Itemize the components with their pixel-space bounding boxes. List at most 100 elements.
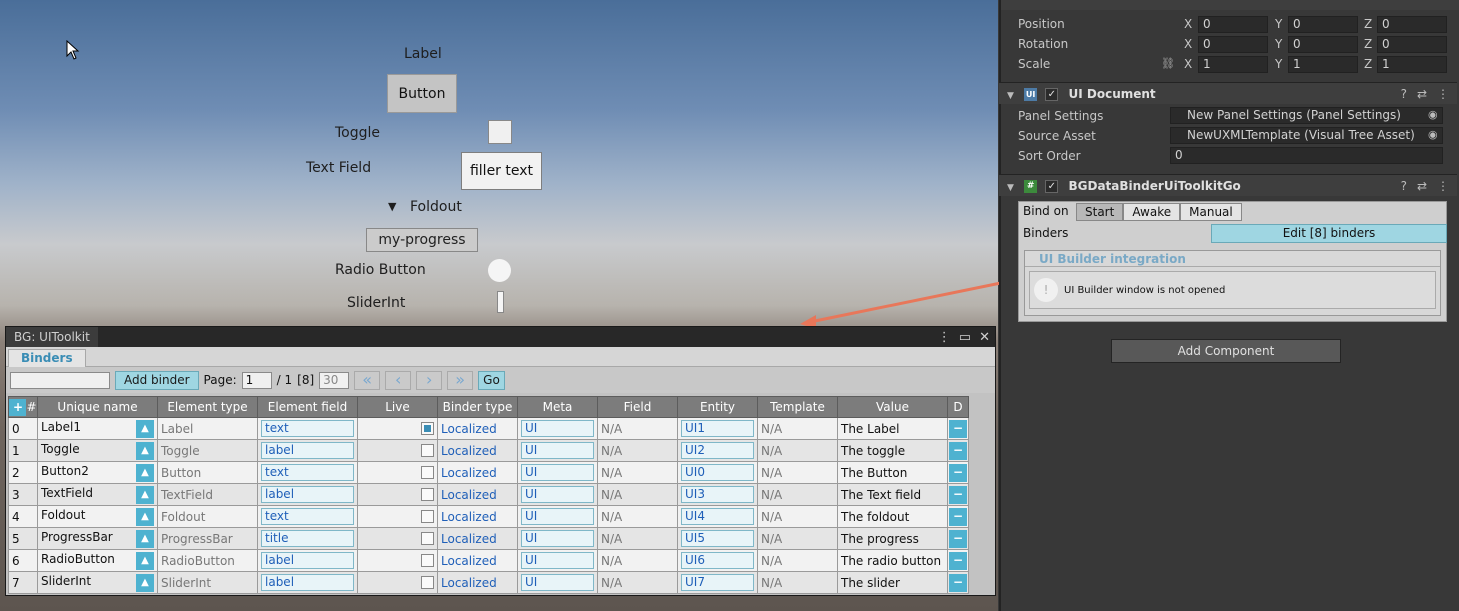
value-cell[interactable]: The progress bbox=[837, 527, 948, 550]
value-cell[interactable]: The Text field bbox=[837, 483, 948, 506]
object-picker-icon[interactable]: ◉ bbox=[1428, 108, 1438, 121]
arrow-up-icon[interactable]: ▲ bbox=[136, 463, 154, 482]
bg-binder-header[interactable]: ▼ # ✓ BGDataBinderUiToolkitGo ? ⇄ ⋮ bbox=[999, 174, 1457, 196]
arrow-up-icon[interactable]: ▲ bbox=[136, 551, 154, 570]
binder-type-cell[interactable]: Localized bbox=[437, 483, 518, 506]
minus-icon[interactable]: − bbox=[949, 529, 967, 548]
value-cell[interactable]: The foldout bbox=[837, 505, 948, 528]
unique-name-cell[interactable]: RadioButton ▲ bbox=[37, 549, 158, 572]
unique-name-cell[interactable]: Button2 ▲ bbox=[37, 461, 158, 484]
value-cell[interactable]: The slider bbox=[837, 571, 948, 594]
live-cell[interactable] bbox=[357, 527, 438, 550]
bind-start-option[interactable]: Start bbox=[1076, 203, 1124, 221]
scale-z-field[interactable]: 1 bbox=[1377, 56, 1447, 73]
minus-icon[interactable]: − bbox=[949, 485, 967, 504]
meta-cell[interactable]: UI bbox=[517, 505, 598, 528]
live-cell[interactable] bbox=[357, 549, 438, 572]
sort-order-field[interactable]: 0 bbox=[1170, 147, 1443, 164]
tab-binders[interactable]: Binders bbox=[8, 349, 86, 367]
add-row-header[interactable]: + # bbox=[8, 396, 38, 418]
live-cell[interactable] bbox=[357, 461, 438, 484]
scale-y-field[interactable]: 1 bbox=[1288, 56, 1358, 73]
arrow-up-icon[interactable]: ▲ bbox=[136, 573, 154, 592]
bind-manual-option[interactable]: Manual bbox=[1180, 203, 1242, 221]
edit-binders-button[interactable]: Edit [8] binders bbox=[1211, 224, 1447, 243]
rotation-x-field[interactable]: 0 bbox=[1198, 36, 1268, 53]
minus-icon[interactable]: − bbox=[949, 441, 967, 460]
help-icon[interactable]: ? bbox=[1401, 175, 1407, 197]
next-page-icon[interactable]: › bbox=[416, 370, 443, 390]
col-live[interactable]: Live bbox=[357, 396, 438, 418]
live-checkbox[interactable] bbox=[421, 576, 434, 589]
delete-cell[interactable]: − bbox=[947, 461, 969, 484]
live-checkbox[interactable] bbox=[421, 532, 434, 545]
page-size-input[interactable]: 30 bbox=[319, 371, 350, 389]
live-checkbox[interactable] bbox=[421, 510, 434, 523]
arrow-up-icon[interactable]: ▲ bbox=[136, 485, 154, 504]
col-unique-name[interactable]: Unique name bbox=[37, 396, 158, 418]
col-element-type[interactable]: Element type bbox=[157, 396, 258, 418]
live-checkbox[interactable] bbox=[421, 466, 434, 479]
entity-cell[interactable]: UI6 bbox=[677, 549, 758, 572]
binder-type-cell[interactable]: Localized bbox=[437, 461, 518, 484]
prev-page-icon[interactable]: ‹ bbox=[385, 370, 412, 390]
unique-name-cell[interactable]: ProgressBar ▲ bbox=[37, 527, 158, 550]
panel-settings-field[interactable]: New Panel Settings (Panel Settings) bbox=[1170, 107, 1443, 124]
unique-name-cell[interactable]: Foldout ▲ bbox=[37, 505, 158, 528]
arrow-up-icon[interactable]: ▲ bbox=[136, 507, 154, 526]
transform-header[interactable] bbox=[1001, 0, 1459, 10]
element-field-cell[interactable]: label bbox=[257, 483, 358, 506]
element-field-cell[interactable]: label bbox=[257, 549, 358, 572]
add-binder-button[interactable]: Add binder bbox=[115, 370, 199, 390]
scale-x-field[interactable]: 1 bbox=[1198, 56, 1268, 73]
arrow-up-icon[interactable]: ▲ bbox=[136, 529, 154, 548]
search-input[interactable] bbox=[10, 371, 110, 389]
meta-cell[interactable]: UI bbox=[517, 527, 598, 550]
element-field-cell[interactable]: text bbox=[257, 505, 358, 528]
delete-cell[interactable]: − bbox=[947, 505, 969, 528]
minus-icon[interactable]: − bbox=[949, 507, 967, 526]
meta-cell[interactable]: UI bbox=[517, 417, 598, 440]
element-field-cell[interactable]: title bbox=[257, 527, 358, 550]
col-delete[interactable]: D bbox=[947, 396, 969, 418]
entity-cell[interactable]: UI5 bbox=[677, 527, 758, 550]
binder-type-cell[interactable]: Localized bbox=[437, 549, 518, 572]
object-picker-icon[interactable]: ◉ bbox=[1428, 128, 1438, 141]
page-input[interactable]: 1 bbox=[241, 371, 272, 389]
delete-cell[interactable]: − bbox=[947, 571, 969, 594]
delete-cell[interactable]: − bbox=[947, 417, 969, 440]
live-cell[interactable] bbox=[357, 483, 438, 506]
element-field-cell[interactable]: label bbox=[257, 439, 358, 462]
live-cell[interactable] bbox=[357, 417, 438, 440]
live-checkbox[interactable] bbox=[421, 488, 434, 501]
position-x-field[interactable]: 0 bbox=[1198, 16, 1268, 33]
arrow-up-icon[interactable]: ▲ bbox=[136, 419, 154, 438]
close-icon[interactable]: ✕ bbox=[979, 330, 990, 345]
binder-type-cell[interactable]: Localized bbox=[437, 439, 518, 462]
rotation-y-field[interactable]: 0 bbox=[1288, 36, 1358, 53]
add-component-button[interactable]: Add Component bbox=[1111, 339, 1341, 363]
delete-cell[interactable]: − bbox=[947, 527, 969, 550]
col-template[interactable]: Template bbox=[757, 396, 838, 418]
enabled-checkbox[interactable]: ✓ bbox=[1045, 180, 1059, 193]
entity-cell[interactable]: UI2 bbox=[677, 439, 758, 462]
unique-name-cell[interactable]: SliderInt ▲ bbox=[37, 571, 158, 594]
minus-icon[interactable]: − bbox=[949, 463, 967, 482]
link-scale-icon[interactable]: ⛓ bbox=[1161, 57, 1175, 70]
arrow-up-icon[interactable]: ▲ bbox=[136, 441, 154, 460]
source-asset-field[interactable]: NewUXMLTemplate (Visual Tree Asset) bbox=[1170, 127, 1443, 144]
ui-document-header[interactable]: ▼ UI ✓ UI Document ? ⇄ ⋮ bbox=[999, 82, 1457, 104]
col-entity[interactable]: Entity bbox=[677, 396, 758, 418]
live-checkbox[interactable] bbox=[421, 444, 434, 457]
col-meta[interactable]: Meta bbox=[517, 396, 598, 418]
delete-cell[interactable]: − bbox=[947, 439, 969, 462]
live-cell[interactable] bbox=[357, 505, 438, 528]
delete-cell[interactable]: − bbox=[947, 483, 969, 506]
minus-icon[interactable]: − bbox=[949, 573, 967, 592]
unique-name-cell[interactable]: Toggle ▲ bbox=[37, 439, 158, 462]
unique-name-cell[interactable]: TextField ▲ bbox=[37, 483, 158, 506]
enabled-checkbox[interactable]: ✓ bbox=[1045, 88, 1059, 101]
entity-cell[interactable]: UI0 bbox=[677, 461, 758, 484]
col-field[interactable]: Field bbox=[597, 396, 678, 418]
plus-icon[interactable]: + bbox=[9, 398, 27, 416]
